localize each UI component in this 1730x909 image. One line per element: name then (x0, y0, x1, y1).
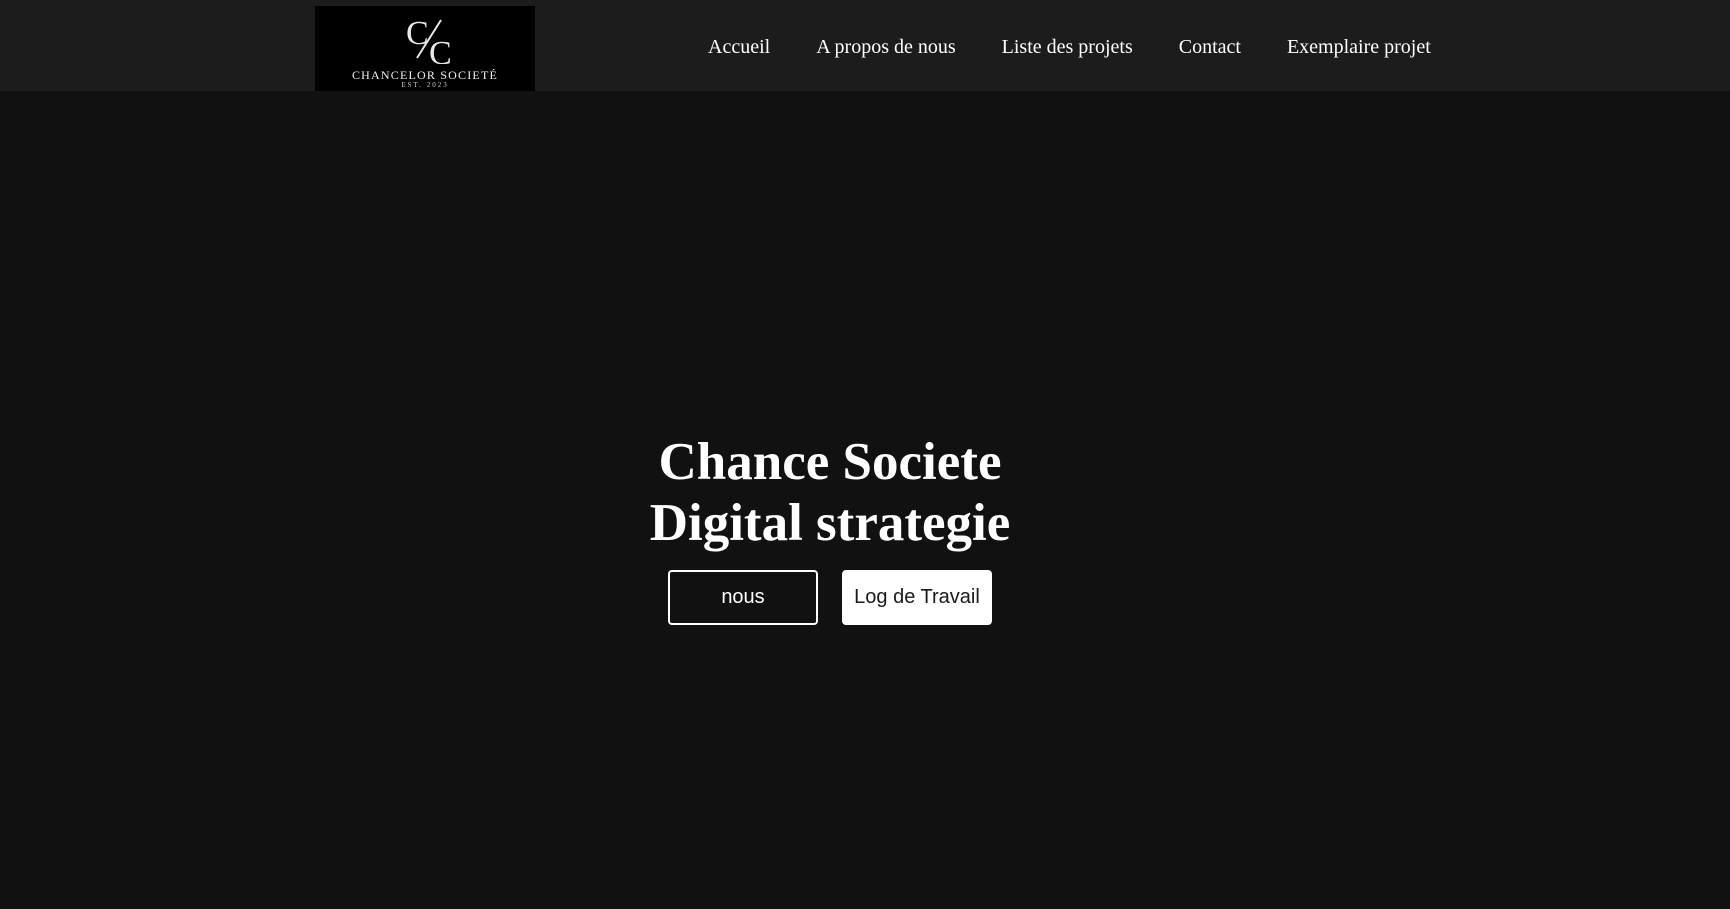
logo-established: EST. 2023 (401, 81, 449, 89)
company-logo[interactable]: C C CHANCELOR SOCIETÉ EST. 2023 (315, 6, 535, 91)
log-de-travail-button[interactable]: Log de Travail (842, 570, 992, 625)
hero-content: Chance Societe Digital strategie nous Lo… (0, 432, 1660, 625)
top-navbar: C C CHANCELOR SOCIETÉ EST. 2023 Accueil … (0, 0, 1730, 91)
nav-item-liste-projets[interactable]: Liste des projets (1002, 36, 1133, 59)
logo-monogram-icon: C C (406, 15, 452, 64)
hero-section: Chance Societe Digital strategie nous Lo… (0, 91, 1730, 909)
nav-item-contact[interactable]: Contact (1179, 36, 1241, 59)
logo-letter-bottom: C (429, 35, 452, 64)
main-nav: Accueil A propos de nous Liste des proje… (708, 36, 1431, 59)
hero-buttons: nous Log de Travail (0, 570, 1660, 625)
nav-item-a-propos[interactable]: A propos de nous (816, 36, 955, 59)
nav-item-exemplaire-projet[interactable]: Exemplaire projet (1287, 36, 1431, 59)
nous-button[interactable]: nous (668, 570, 818, 625)
hero-title-line1: Chance Societe (658, 433, 1002, 491)
hero-title-line2: Digital strategie (649, 494, 1011, 552)
nav-item-accueil[interactable]: Accueil (708, 36, 770, 59)
